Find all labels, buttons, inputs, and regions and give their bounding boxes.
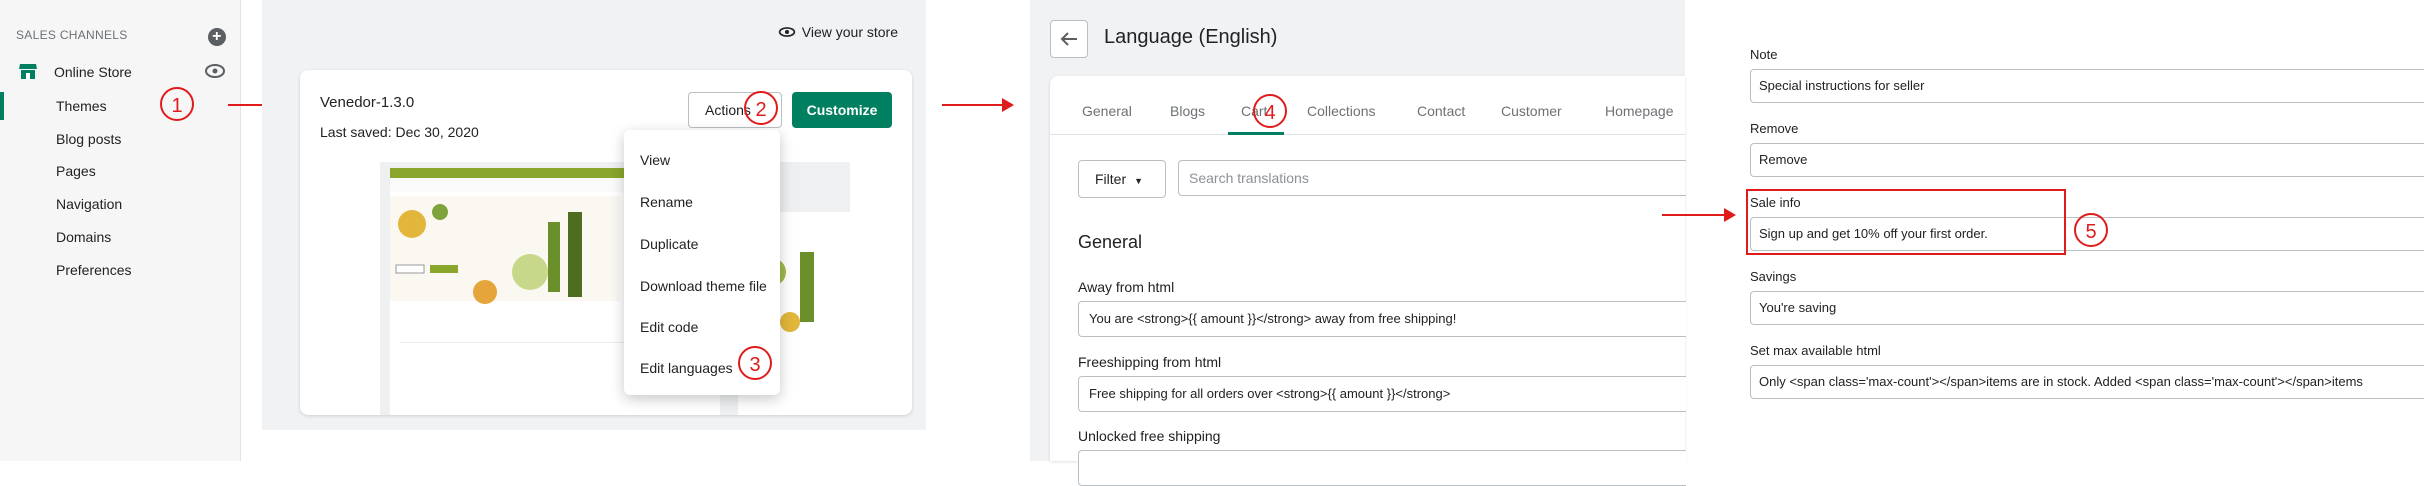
- tab-blogs[interactable]: Blogs: [1170, 103, 1205, 119]
- arrow-3: [1662, 208, 1736, 222]
- customize-label: Customize: [806, 102, 878, 118]
- field-remove[interactable]: Remove: [1750, 143, 2424, 177]
- field-note[interactable]: Special instructions for seller: [1750, 69, 2424, 103]
- caret-down-icon: ▼: [1134, 176, 1144, 186]
- tab-general[interactable]: General: [1082, 103, 1132, 119]
- menu-item-edit-languages[interactable]: Edit languages: [640, 360, 733, 376]
- annotation-1: 1: [160, 87, 194, 121]
- menu-item-edit-code[interactable]: Edit code: [640, 319, 698, 335]
- view-store-label: View your store: [801, 24, 898, 40]
- theme-name: Venedor-1.3.0: [320, 94, 415, 111]
- label-savings: Savings: [1750, 269, 1797, 284]
- arrow-left-icon: [1060, 32, 1077, 46]
- field-freeshipping-from-html[interactable]: Free shipping for all orders over <stron…: [1078, 376, 1686, 412]
- field-label-away-from-html: Away from html: [1078, 279, 1175, 295]
- label-remove: Remove: [1750, 121, 1799, 136]
- tab-collections[interactable]: Collections: [1307, 103, 1375, 119]
- annotation-4: 4: [1253, 94, 1287, 128]
- field-savings[interactable]: You're saving: [1750, 291, 2424, 325]
- back-button[interactable]: [1050, 20, 1088, 58]
- filter-label: Filter: [1095, 171, 1127, 187]
- tab-contact[interactable]: Contact: [1417, 103, 1465, 119]
- annotation-2: 2: [744, 91, 778, 125]
- eye-icon[interactable]: [204, 62, 226, 80]
- sidebar: SALES CHANNELS + Online Store Themes Blo…: [0, 0, 241, 461]
- label-note: Note: [1750, 47, 1778, 62]
- section-heading: General: [1078, 232, 1143, 252]
- menu-item-duplicate[interactable]: Duplicate: [640, 236, 698, 252]
- tab-selected-indicator: [1228, 132, 1284, 135]
- add-channel-icon[interactable]: +: [208, 28, 226, 46]
- language-panel: Language (English) General Blogs Cart Co…: [1030, 0, 1686, 486]
- sidebar-item-themes[interactable]: Themes: [56, 98, 107, 114]
- annotation-5: 5: [2074, 213, 2108, 247]
- menu-item-download[interactable]: Download theme file: [640, 278, 767, 294]
- annotation-3: 3: [738, 346, 772, 380]
- sales-channels-heading: SALES CHANNELS +: [16, 28, 226, 50]
- eye-icon: [778, 27, 795, 37]
- menu-item-rename[interactable]: Rename: [640, 194, 693, 210]
- sidebar-item-online-store[interactable]: Online Store: [16, 58, 226, 86]
- menu-item-view[interactable]: View: [640, 152, 670, 168]
- online-store-label: Online Store: [54, 64, 132, 80]
- page-title: Language (English): [1104, 26, 1278, 48]
- field-set-max-available[interactable]: Only <span class='max-count'></span>item…: [1750, 365, 2424, 399]
- field-label-freeshipping: Freeshipping from html: [1078, 354, 1222, 370]
- highlight-box: [1746, 189, 2066, 255]
- filter-button[interactable]: Filter ▼: [1078, 160, 1166, 198]
- tab-customer[interactable]: Customer: [1501, 103, 1562, 119]
- sidebar-item-navigation[interactable]: Navigation: [56, 196, 122, 212]
- store-icon: [19, 64, 37, 79]
- field-unlocked-free-shipping[interactable]: [1078, 450, 1686, 486]
- tabs-divider: [1050, 134, 1685, 135]
- sidebar-item-pages[interactable]: Pages: [56, 163, 96, 179]
- customize-button[interactable]: Customize: [792, 92, 892, 128]
- label-set-max-available: Set max available html: [1750, 343, 1881, 358]
- theme-card: Venedor-1.3.0 Last saved: Dec 30, 2020 A…: [300, 70, 912, 415]
- search-input[interactable]: Search translations: [1178, 160, 1686, 196]
- sidebar-item-domains[interactable]: Domains: [56, 229, 111, 245]
- last-saved-text: Last saved: Dec 30, 2020: [320, 124, 479, 140]
- sidebar-item-preferences[interactable]: Preferences: [56, 262, 131, 278]
- tab-homepage[interactable]: Homepage: [1605, 103, 1674, 119]
- themes-panel: View your store Venedor-1.3.0 Last saved…: [262, 0, 926, 430]
- translations-card: General Blogs Cart Collections Contact C…: [1050, 76, 1686, 486]
- field-away-from-html[interactable]: You are <strong>{{ amount }}</strong> aw…: [1078, 301, 1686, 337]
- sidebar-item-blog-posts[interactable]: Blog posts: [56, 131, 121, 147]
- field-label-unlocked-free-shipping: Unlocked free shipping: [1078, 428, 1221, 444]
- view-store-link[interactable]: View your store: [778, 24, 898, 40]
- sales-channels-label: SALES CHANNELS: [16, 28, 128, 42]
- selected-indicator: [0, 92, 4, 120]
- arrow-2: [942, 98, 1014, 112]
